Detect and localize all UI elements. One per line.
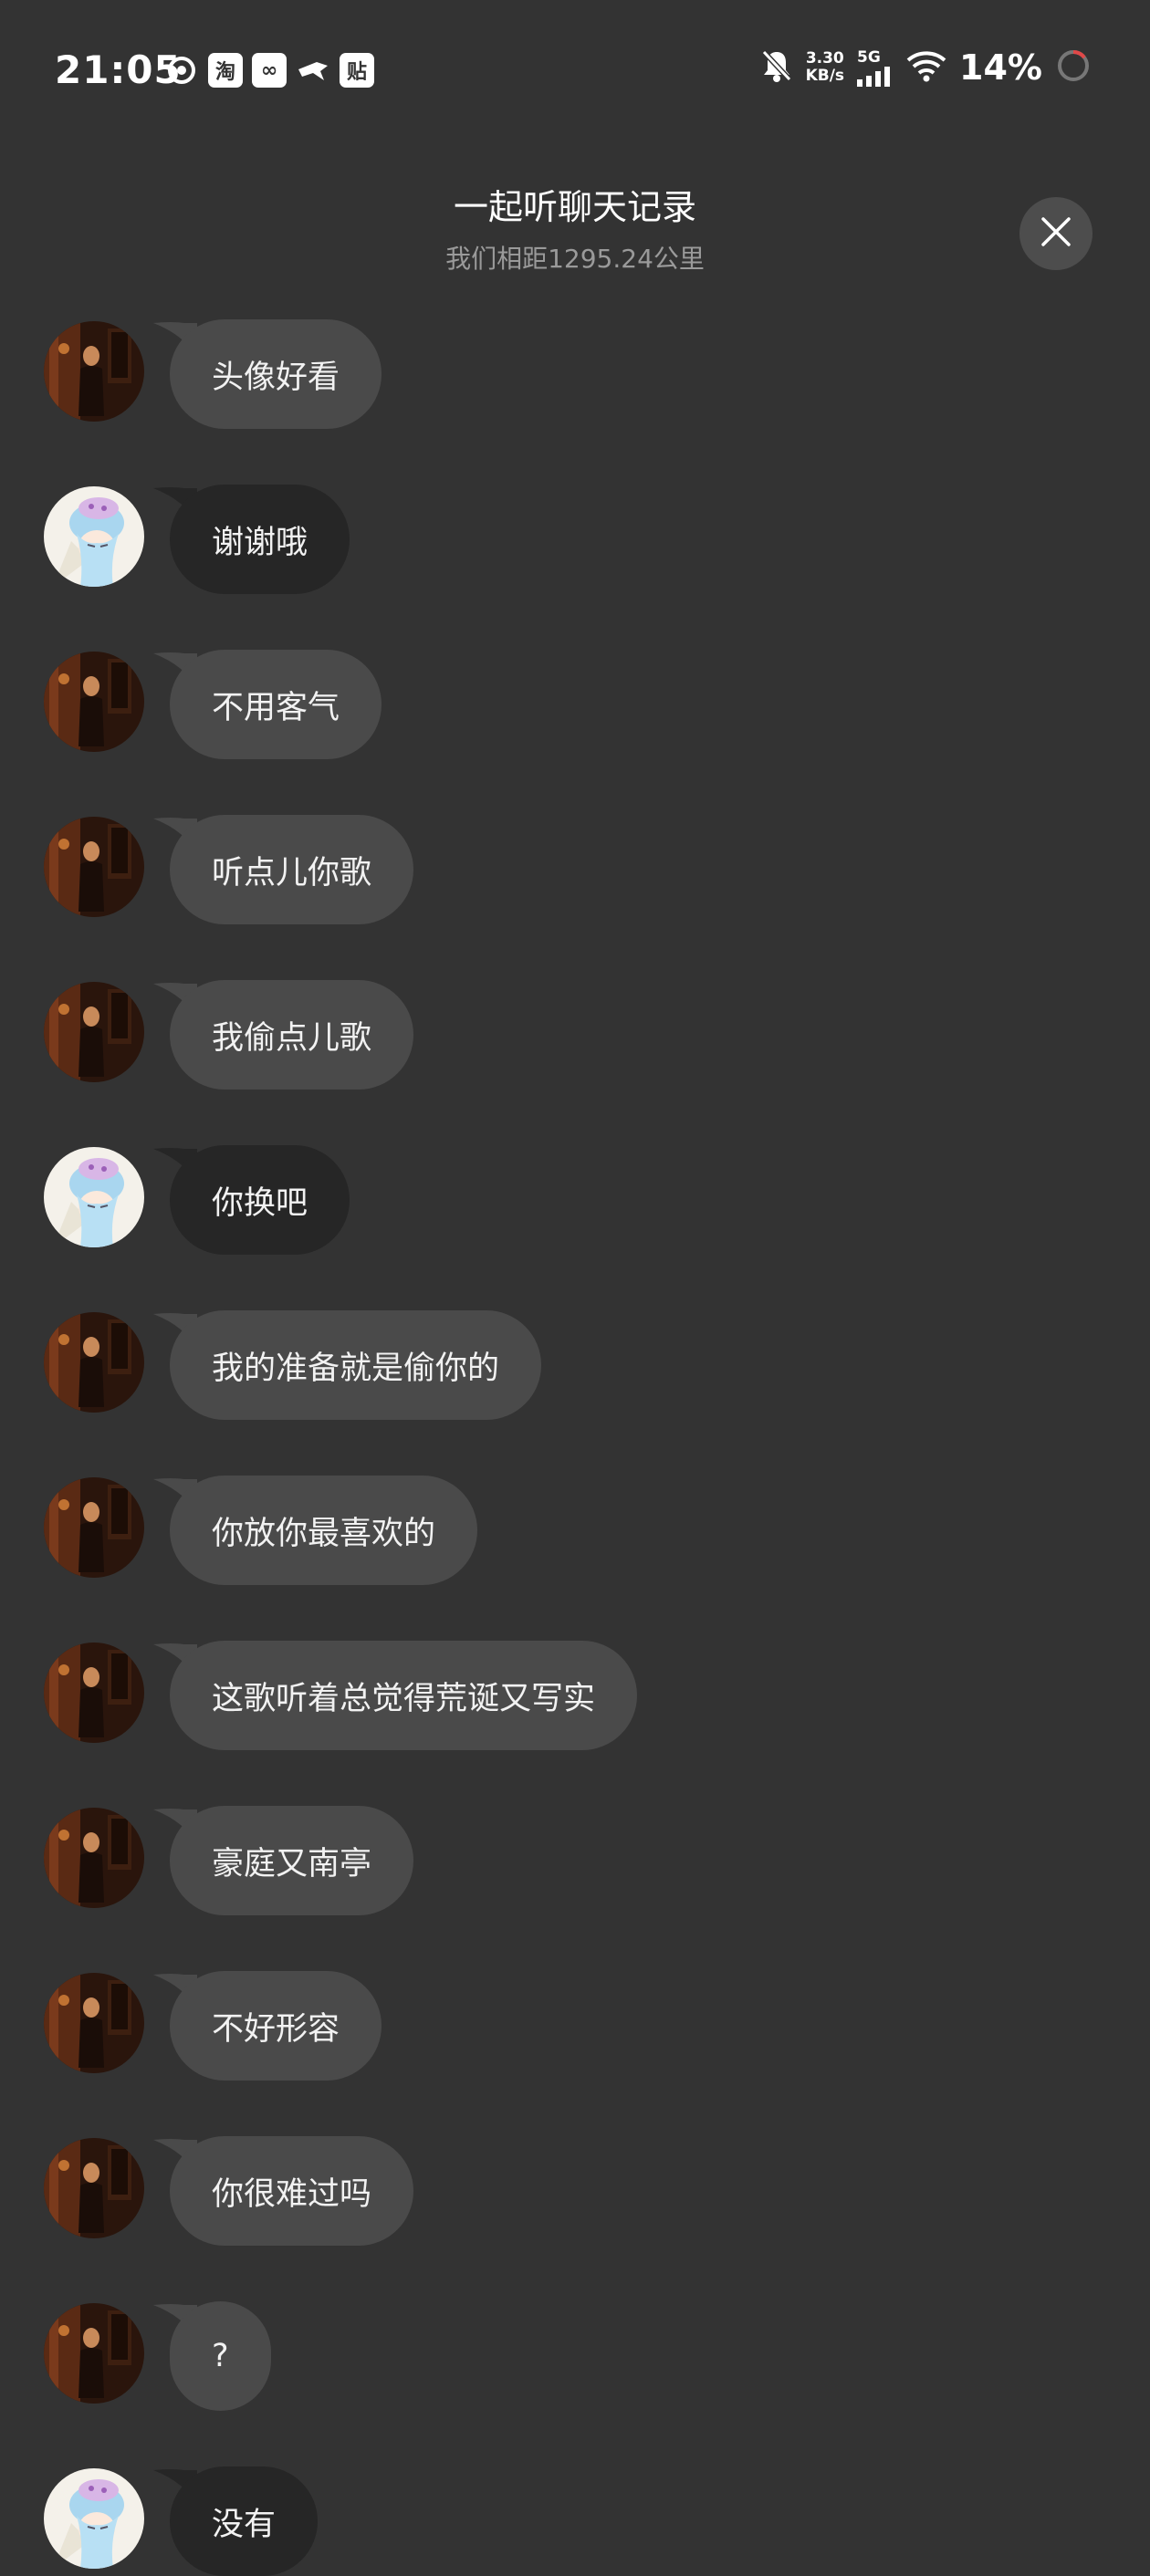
network-speed: 3.30 KB/s [806,50,844,85]
chat-message-row: ? [0,2301,1150,2411]
network-speed-value: 3.30 [805,49,844,68]
partner-avatar[interactable] [44,1643,144,1743]
taobao-icon: 淘 [208,53,243,88]
chat-message-row: 你很难过吗 [0,2136,1150,2246]
chat-message-row: 你放你最喜欢的 [0,1476,1150,1585]
mute-bell-icon [760,48,793,87]
baidu-netdisk-icon: ∞ [252,53,287,88]
battery-ring-icon [1055,47,1092,88]
battery-percent: 14% [959,47,1042,88]
chat-message-row: 你换吧 [0,1145,1150,1255]
my-avatar[interactable] [44,2468,144,2569]
status-bar: 21:05 淘 ∞ 贴 3.30 KB/s 5G 14% [0,0,1150,137]
chat-message-row: 听点儿你歌 [0,815,1150,924]
chat-message-row: 豪庭又南亭 [0,1806,1150,1915]
partner-avatar[interactable] [44,2303,144,2404]
partner-avatar[interactable] [44,817,144,917]
status-time: 21:05 [55,47,182,92]
distance-subtitle: 我们相距1295.24公里 [445,244,705,274]
partner-message-bubble[interactable]: 你放你最喜欢的 [170,1476,478,1585]
my-avatar[interactable] [44,486,144,587]
partner-message-bubble[interactable]: 听点儿你歌 [170,815,414,924]
tieba-icon: 贴 [340,53,374,88]
page-title: 一起听聊天记录 [453,187,696,227]
network-speed-unit: KB/s [805,67,845,85]
chat-message-row: 头像好看 [0,319,1150,429]
partner-avatar[interactable] [44,2138,144,2238]
partner-message-bubble[interactable]: 你很难过吗 [170,2136,414,2246]
close-icon [1040,215,1072,252]
signal-indicator: 5G [857,48,894,87]
signal-bars-icon [857,67,891,87]
chat-message-row: 不好形容 [0,1971,1150,2081]
notification-app-icons: 淘 ∞ 贴 [164,53,374,88]
weibo-icon [164,53,199,88]
chat-message-row: 没有 [0,2466,1150,2576]
partner-avatar[interactable] [44,1973,144,2073]
partner-message-bubble[interactable]: 不好形容 [170,1971,382,2081]
partner-avatar[interactable] [44,1477,144,1578]
partner-message-bubble[interactable]: ? [170,2301,271,2411]
chat-message-row: 这歌听着总觉得荒诞又写实 [0,1641,1150,1750]
partner-avatar[interactable] [44,982,144,1082]
status-indicators: 3.30 KB/s 5G 14% [760,47,1092,88]
my-message-bubble[interactable]: 你换吧 [170,1145,350,1255]
chat-message-row: 不用客气 [0,650,1150,759]
wifi-icon [906,49,946,86]
partner-message-bubble[interactable]: 豪庭又南亭 [170,1806,414,1915]
partner-message-bubble[interactable]: 这歌听着总觉得荒诞又写实 [170,1641,638,1750]
xianyu-icon [296,53,330,88]
partner-message-bubble[interactable]: 不用客气 [170,650,382,759]
my-avatar[interactable] [44,1147,144,1247]
network-type-label: 5G [857,48,881,67]
partner-message-bubble[interactable]: 我偷点儿歌 [170,980,414,1090]
partner-message-bubble[interactable]: 我的准备就是偷你的 [170,1310,542,1420]
my-message-bubble[interactable]: 没有 [170,2466,319,2576]
partner-avatar[interactable] [44,321,144,422]
close-button[interactable] [1019,197,1092,270]
chat-message-row: 谢谢哦 [0,485,1150,594]
partner-avatar[interactable] [44,1808,144,1908]
my-message-bubble[interactable]: 谢谢哦 [170,485,350,594]
partner-avatar[interactable] [44,652,144,752]
partner-avatar[interactable] [44,1312,144,1413]
chat-message-row: 我偷点儿歌 [0,980,1150,1090]
chat-message-row: 我的准备就是偷你的 [0,1310,1150,1420]
partner-message-bubble[interactable]: 头像好看 [170,319,382,429]
